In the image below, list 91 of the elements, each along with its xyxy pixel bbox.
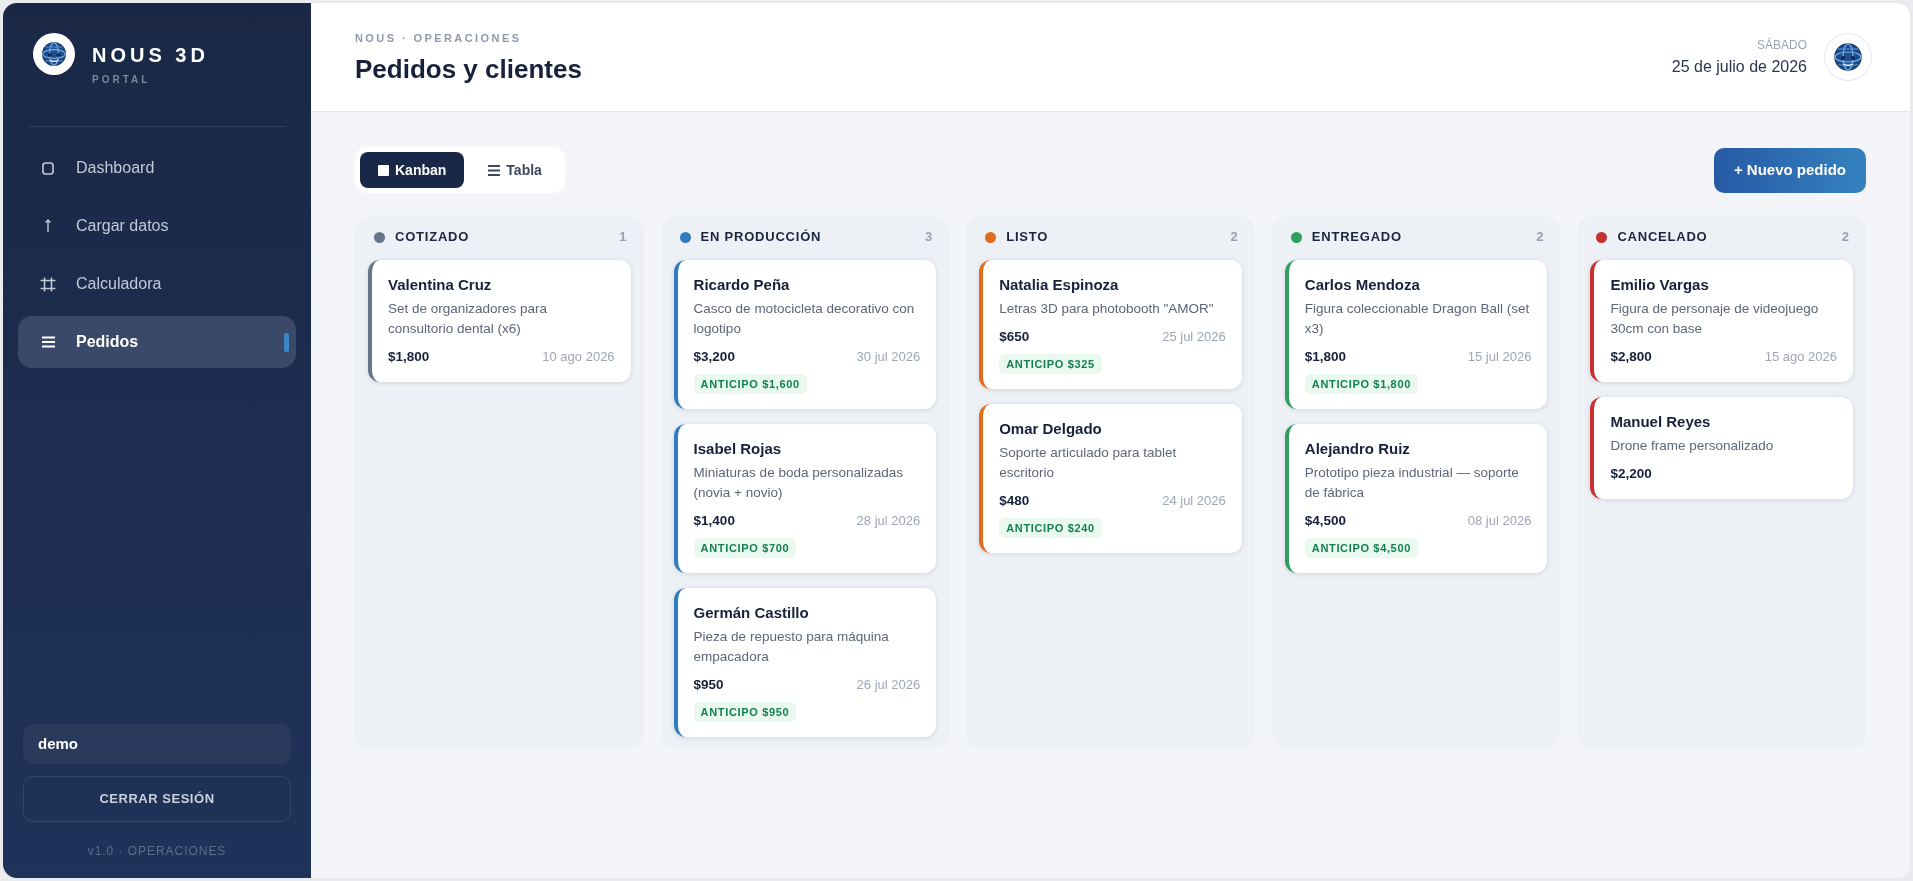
- order-description: Set de organizadores para consultorio dental (x6): [388, 300, 549, 338]
- client-name: Manuel Reyes: [1610, 412, 1712, 432]
- order-description: Miniaturas de boda personalizadas (novia + novio): [693, 464, 904, 502]
- order-description: Drone frame personalizado: [1610, 437, 1775, 455]
- view-tab[interactable]: Kanban: [360, 152, 465, 188]
- order-amount: $1,800: [1304, 348, 1347, 366]
- order-card[interactable]: Alejandro Ruiz Prototipo pieza industrial — soporte de fábrica $4,500 08 jul 2026 ANTICIPO $4,500: [1284, 424, 1548, 573]
- hash-icon: [40, 276, 56, 292]
- username-display: demo: [23, 724, 291, 764]
- sphere-avatar-icon: [1824, 33, 1872, 81]
- order-date: 10 ago 2026: [542, 348, 615, 366]
- deposit-badge: ANTICIPO $4,500: [1304, 538, 1418, 558]
- order-date: 08 jul 2026: [1467, 512, 1532, 530]
- column-count: 2: [1841, 228, 1849, 246]
- client-name: Alejandro Ruiz: [1304, 439, 1411, 459]
- new-order-button[interactable]: + Nuevo pedido: [1713, 147, 1866, 193]
- order-date: 28 jul 2026: [856, 512, 921, 530]
- nav-item[interactable]: Dashboard: [18, 142, 296, 194]
- order-card[interactable]: Manuel Reyes Drone frame personalizado $2,200: [1590, 397, 1853, 499]
- logout-button[interactable]: CERRAR SESIÓN: [23, 776, 291, 822]
- order-description: Casco de motocicleta decorativo con logotipo: [693, 300, 916, 338]
- nav-item[interactable]: Cargar datos: [18, 200, 296, 252]
- client-name: Ricardo Peña: [693, 275, 791, 295]
- sphere-logo-icon: [33, 33, 75, 75]
- deposit-badge: ANTICIPO $950: [693, 702, 797, 722]
- page-title: Pedidos y clientes: [355, 52, 582, 85]
- view-tab[interactable]: Tabla: [470, 152, 560, 188]
- order-description: Pieza de repuesto para máquina empacadora: [693, 628, 890, 666]
- order-date: 15 ago 2026: [1764, 348, 1837, 366]
- column-title: COTIZADO: [395, 228, 470, 246]
- order-card[interactable]: Ricardo Peña Casco de motocicleta decorativo con logotipo $3,200 30 jul 2026 ANTICIPO $1,600: [673, 260, 937, 409]
- client-name: Emilio Vargas: [1610, 275, 1710, 295]
- column-count: 3: [924, 228, 933, 246]
- deposit-badge: ANTICIPO $1,800: [1304, 374, 1418, 394]
- brand-subtitle: PORTAL: [92, 74, 152, 86]
- square-icon: [42, 161, 54, 175]
- order-description: Figura de personaje de videojuego 30cm con base: [1610, 300, 1820, 338]
- order-amount: $1,400: [693, 512, 735, 530]
- order-card[interactable]: Emilio Vargas Figura de personaje de videojuego 30cm con base $2,800 15 ago 2026: [1590, 260, 1853, 382]
- column-title: LISTO: [1006, 228, 1049, 246]
- order-description: Prototipo pieza industrial — soporte de fábrica: [1304, 464, 1520, 502]
- client-name: Natalia Espinoza: [999, 275, 1120, 295]
- nav-item[interactable]: Pedidos: [18, 316, 296, 368]
- column-count: 1: [619, 228, 627, 246]
- deposit-badge: ANTICIPO $700: [693, 538, 797, 558]
- client-name: Isabel Rojas: [693, 439, 783, 459]
- order-card[interactable]: Carlos Mendoza Figura coleccionable Dragon Ball (set x3) $1,800 15 jul 2026 ANTICIPO $1,800: [1284, 260, 1548, 409]
- client-name: Germán Castillo: [693, 603, 810, 623]
- client-name: Omar Delgado: [999, 419, 1103, 439]
- order-amount: $480: [999, 492, 1030, 510]
- square-icon: [378, 164, 389, 176]
- order-card[interactable]: Valentina Cruz Set de organizadores para consultorio dental (x6) $1,800 10 ago 2026: [368, 260, 631, 382]
- order-amount: $650: [999, 328, 1030, 346]
- active-marker-icon: [284, 333, 289, 352]
- order-date: 15 jul 2026: [1467, 348, 1532, 366]
- order-description: Letras 3D para photobooth "AMOR": [999, 300, 1215, 318]
- brand-name: NOUS 3D: [92, 43, 209, 67]
- order-amount: $950: [693, 676, 724, 694]
- order-amount: $2,800: [1610, 348, 1652, 366]
- column-title: ENTREGADO: [1311, 228, 1402, 246]
- column-title: EN PRODUCCIÓN: [700, 228, 822, 246]
- order-description: Figura coleccionable Dragon Ball (set x3): [1304, 300, 1531, 338]
- weekday-label: SÁBADO: [1757, 37, 1807, 53]
- order-description: Soporte articulado para tablet escritorio: [999, 444, 1178, 482]
- deposit-badge: ANTICIPO $1,600: [693, 374, 807, 394]
- arrow-up-icon: [44, 219, 52, 233]
- client-name: Valentina Cruz: [388, 275, 493, 295]
- column-count: 2: [1536, 228, 1544, 246]
- breadcrumb: NOUS · OPERACIONES: [355, 30, 523, 46]
- column-count: 2: [1230, 228, 1238, 246]
- order-date: 24 jul 2026: [1162, 492, 1226, 510]
- deposit-badge: ANTICIPO $325: [999, 354, 1102, 374]
- order-card[interactable]: Omar Delgado Soporte articulado para tablet escritorio $480 24 jul 2026 ANTICIPO $240: [979, 404, 1242, 553]
- order-amount: $1,800: [388, 348, 430, 366]
- version-label: v1.0 · OPERACIONES: [86, 843, 228, 860]
- menu-icon: [41, 336, 55, 348]
- list-icon: [488, 164, 501, 176]
- column-title: CANCELADO: [1617, 228, 1708, 246]
- order-card[interactable]: Isabel Rojas Miniaturas de boda personalizadas (novia + novio) $1,400 28 jul 2026 ANTICIPO $700: [673, 424, 937, 573]
- order-date: 30 jul 2026: [856, 348, 921, 366]
- nav-item[interactable]: Calculadora: [18, 258, 296, 310]
- order-date: 26 jul 2026: [856, 676, 921, 694]
- order-amount: $4,500: [1304, 512, 1347, 530]
- deposit-badge: ANTICIPO $240: [999, 518, 1102, 538]
- order-amount: $2,200: [1610, 465, 1652, 483]
- order-card[interactable]: Germán Castillo Pieza de repuesto para máquina empacadora $950 26 jul 2026 ANTICIPO $950: [673, 588, 937, 737]
- order-date: 25 jul 2026: [1162, 328, 1226, 346]
- order-card[interactable]: Natalia Espinoza Letras 3D para photobooth "AMOR" $650 25 jul 2026 ANTICIPO $325: [979, 260, 1242, 389]
- date-label: 25 de julio de 2026: [1671, 57, 1807, 77]
- client-name: Carlos Mendoza: [1304, 275, 1421, 295]
- order-amount: $3,200: [693, 348, 735, 366]
